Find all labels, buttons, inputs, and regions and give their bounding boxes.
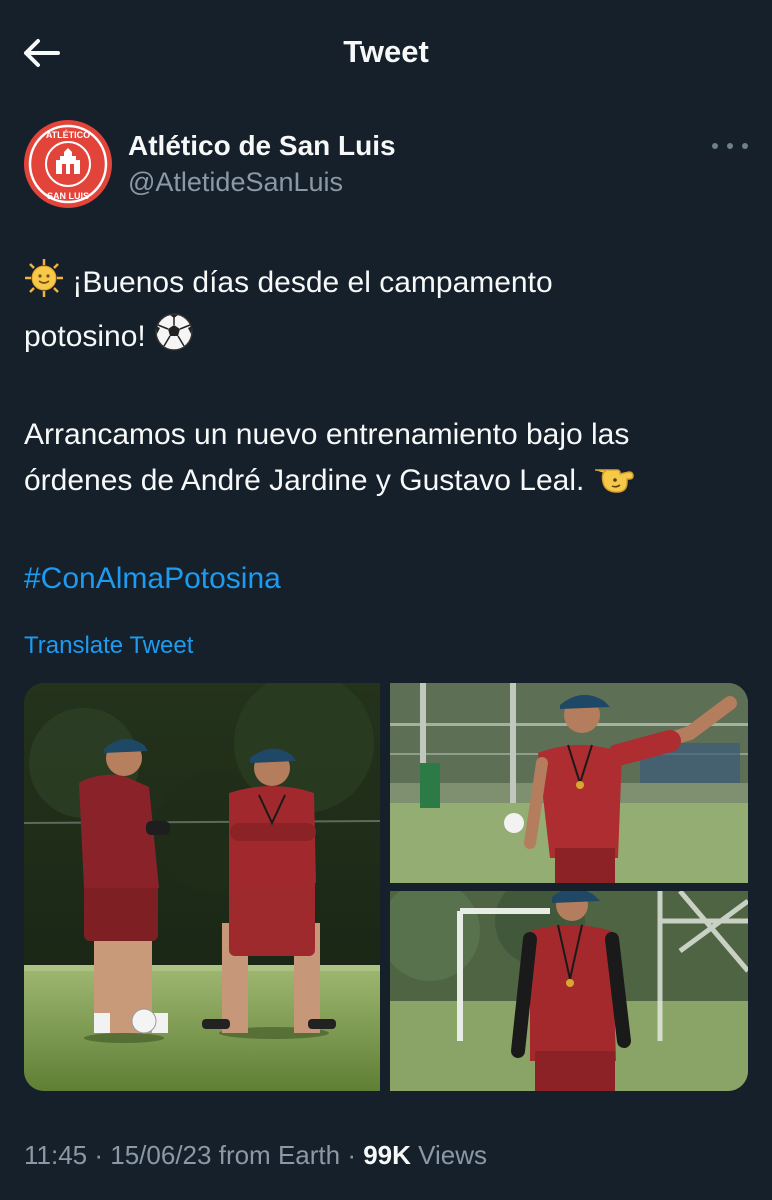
tweet-source: from Earth — [218, 1140, 341, 1170]
more-options-icon[interactable] — [712, 136, 748, 156]
tweet-text: ¡Buenos días desde el campamento potosin… — [24, 258, 744, 602]
translate-tweet-link[interactable]: Translate Tweet — [24, 632, 193, 660]
tweet-time: 11:45 — [24, 1140, 88, 1170]
hashtag-link[interactable]: #ConAlmaPotosina — [24, 562, 281, 595]
soccer-ball-icon — [154, 312, 194, 366]
photo-coach-pointing[interactable] — [390, 683, 748, 883]
tweet-line-3: Arrancamos un nuevo entrenamiento bajo l… — [24, 418, 630, 451]
tweet-line-1: ¡Buenos días desde el campamento — [72, 266, 553, 299]
pointing-right-icon — [593, 460, 637, 510]
views-count[interactable]: 99K — [363, 1140, 411, 1170]
photo-coach-whistle[interactable] — [390, 891, 748, 1091]
sun-with-face-icon — [24, 258, 64, 312]
tweet-meta: 11:45 · 15/06/23 from Earth · 99K Views — [24, 1140, 488, 1170]
photo-coaches-talking[interactable] — [24, 683, 380, 1091]
svg-text:SAN LUIS: SAN LUIS — [47, 191, 89, 201]
svg-text:ATLÉTICO: ATLÉTICO — [46, 130, 90, 140]
author-handle[interactable]: @AtletideSanLuis — [128, 167, 343, 198]
media-grid — [24, 683, 748, 1091]
author-name[interactable]: Atlético de San Luis — [128, 130, 396, 162]
tweet-line-2: potosino! — [24, 320, 146, 353]
tweet-date: 15/06/23 — [110, 1140, 212, 1170]
avatar[interactable]: ATLÉTICO SAN LUIS — [24, 120, 112, 208]
club-crest-icon: ATLÉTICO SAN LUIS — [28, 124, 108, 204]
top-bar: Tweet — [0, 0, 772, 106]
views-label[interactable]: Views — [418, 1140, 487, 1170]
page-title: Tweet — [343, 34, 429, 69]
tweet-line-4: órdenes de André Jardine y Gustavo Leal. — [24, 464, 585, 497]
